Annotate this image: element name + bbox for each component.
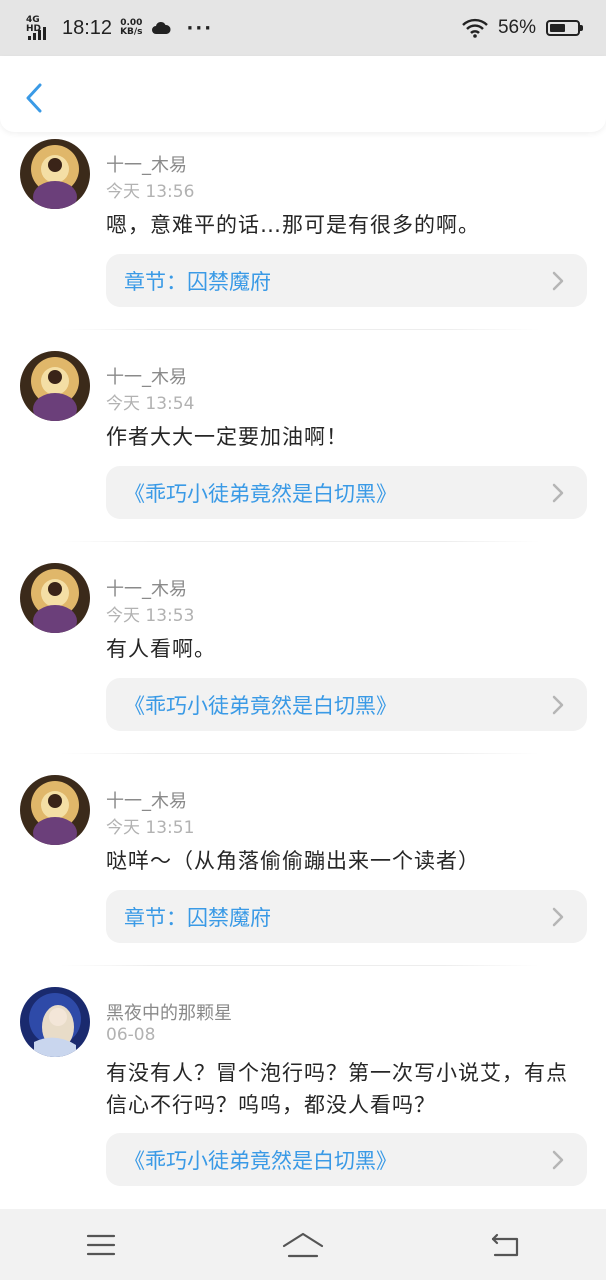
comment-text: 哒咩～（从角落偷偷蹦出来一个读者）: [106, 849, 480, 873]
avatar[interactable]: [20, 987, 90, 1057]
divider: [60, 965, 540, 966]
status-bar: 4G HD 18:12 0.00 KB/s ··· 56%: [0, 0, 606, 56]
source-card[interactable]: 《乖巧小徒弟竟然是白切黑》: [106, 1133, 587, 1186]
source-card-label: 章节：囚禁魔府: [124, 905, 271, 930]
chevron-left-icon: [26, 83, 42, 113]
comment-time: 今天 13:56: [106, 182, 195, 202]
comment-text: 有人看啊。: [106, 637, 216, 661]
battery-percent: 56%: [497, 17, 536, 38]
avatar[interactable]: [20, 563, 90, 633]
system-nav-bar: [0, 1209, 606, 1280]
username[interactable]: 十一_木易: [106, 575, 187, 601]
source-card-label: 《乖巧小徒弟竟然是白切黑》: [124, 1148, 397, 1173]
comment-text: 作者大大一定要加油啊！: [106, 425, 348, 449]
divider: [60, 753, 540, 754]
chevron-right-icon: [552, 695, 564, 715]
comment-text: 有没有人？冒个泡行吗？第一次写小说艾，有点信心不行吗？呜呜，都没人看吗？: [106, 1061, 568, 1117]
source-card-label: 章节：囚禁魔府: [124, 269, 271, 294]
avatar[interactable]: [20, 351, 90, 421]
username[interactable]: 十一_木易: [106, 787, 187, 813]
comment-text: 嗯，意难平的话…那可是有很多的啊。: [106, 213, 480, 237]
back-arrow-icon: [491, 1233, 519, 1256]
comment-time: 今天 13:53: [106, 606, 195, 626]
avatar[interactable]: [20, 775, 90, 845]
header-bar: [0, 56, 606, 132]
wifi-icon: [462, 18, 488, 38]
home-button[interactable]: [273, 1225, 333, 1265]
comment-time: 06-08: [106, 1025, 156, 1045]
avatar[interactable]: [20, 139, 90, 209]
more-notifications-icon: ···: [186, 17, 214, 39]
chevron-right-icon: [552, 1150, 564, 1170]
back-nav-button[interactable]: [475, 1225, 535, 1265]
battery-icon: [546, 20, 583, 36]
signal-icon: 4G HD: [26, 16, 54, 40]
divider: [60, 541, 540, 542]
back-button[interactable]: [18, 78, 50, 118]
source-card[interactable]: 《乖巧小徒弟竟然是白切黑》: [106, 466, 587, 519]
speed-unit: KB/s: [120, 27, 143, 37]
username[interactable]: 十一_木易: [106, 363, 187, 389]
comment-time: 今天 13:54: [106, 394, 195, 414]
source-card-label: 《乖巧小徒弟竟然是白切黑》: [124, 481, 397, 506]
chevron-right-icon: [552, 907, 564, 927]
source-card[interactable]: 章节：囚禁魔府: [106, 890, 587, 943]
cloud-icon: [151, 21, 171, 34]
username[interactable]: 十一_木易: [106, 151, 187, 177]
menu-button[interactable]: [71, 1225, 131, 1265]
menu-icon: [86, 1234, 116, 1255]
comment-time: 今天 13:51: [106, 818, 195, 838]
source-card[interactable]: 章节：囚禁魔府: [106, 254, 587, 307]
source-card[interactable]: 《乖巧小徒弟竟然是白切黑》: [106, 678, 587, 731]
network-speed: 0.00 KB/s: [120, 19, 142, 37]
source-card-label: 《乖巧小徒弟竟然是白切黑》: [124, 693, 397, 718]
divider: [60, 329, 540, 330]
chevron-right-icon: [552, 271, 564, 291]
clock: 18:12: [62, 16, 113, 39]
chevron-right-icon: [552, 483, 564, 503]
username[interactable]: 黑夜中的那颗星: [106, 999, 232, 1025]
home-icon: [282, 1232, 324, 1257]
